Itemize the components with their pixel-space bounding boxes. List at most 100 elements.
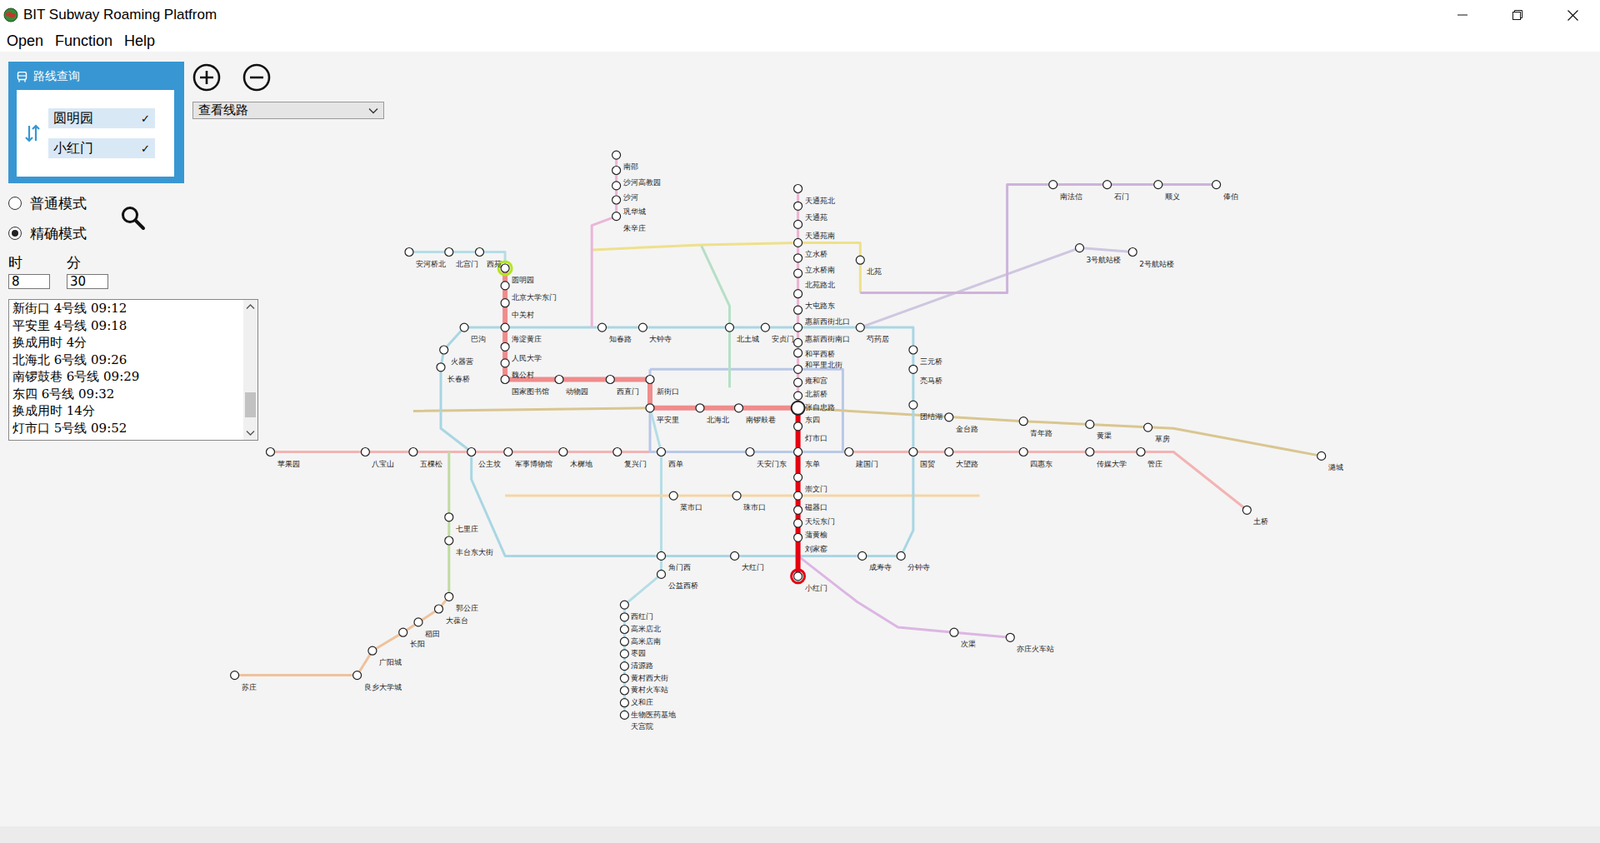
station-node[interactable] [950, 628, 959, 637]
station-node[interactable] [657, 570, 666, 579]
line-dropdown[interactable]: 查看线路 [192, 101, 385, 120]
station-node[interactable] [435, 605, 444, 614]
station-node[interactable] [794, 305, 803, 315]
station-node[interactable] [794, 572, 803, 581]
swap-icon[interactable] [25, 123, 40, 144]
minimize-button[interactable] [1435, 0, 1490, 30]
hour-input[interactable]: 8 [8, 274, 50, 290]
station-node[interactable] [794, 338, 803, 347]
station-node[interactable] [500, 299, 510, 308]
station-node[interactable] [909, 448, 918, 457]
zoom-out-button[interactable] [242, 63, 271, 92]
station-node[interactable] [612, 181, 621, 190]
station-node[interactable] [620, 613, 629, 622]
station-node[interactable] [732, 491, 741, 500]
station-node[interactable] [945, 413, 954, 422]
mode-radio[interactable]: 普通模式 [8, 193, 87, 214]
menu-item[interactable]: Function [55, 32, 113, 50]
station-node[interactable] [794, 378, 803, 387]
station-node[interactable] [669, 491, 678, 500]
station-node[interactable] [896, 551, 905, 560]
station-node[interactable] [500, 281, 510, 290]
scrollbar[interactable] [243, 300, 258, 440]
zoom-in-button[interactable] [192, 63, 221, 92]
station-node[interactable] [794, 519, 803, 528]
menu-item[interactable]: Open [6, 32, 44, 50]
station-node[interactable] [695, 404, 705, 413]
station-node[interactable] [436, 363, 445, 372]
station-node[interactable] [266, 448, 275, 457]
station-node[interactable] [620, 600, 629, 610]
station-node[interactable] [500, 264, 510, 273]
station-node[interactable] [620, 662, 629, 671]
station-node[interactable] [945, 448, 954, 457]
station-node[interactable] [620, 674, 629, 683]
restore-button[interactable] [1490, 0, 1545, 30]
station-node[interactable] [657, 551, 666, 560]
station-node[interactable] [760, 323, 770, 332]
station-node[interactable] [794, 185, 803, 194]
station-node[interactable] [612, 212, 621, 221]
station-node[interactable] [1154, 180, 1163, 190]
station-node[interactable] [745, 448, 755, 457]
station-node[interactable] [500, 342, 510, 351]
station-node[interactable] [794, 238, 803, 247]
station-node[interactable] [1005, 633, 1015, 642]
station-node[interactable] [645, 375, 655, 385]
station-node[interactable] [794, 349, 803, 358]
station-node[interactable] [794, 491, 803, 500]
scroll-up-icon[interactable] [243, 300, 258, 315]
station-field[interactable]: 圆明园✓ [48, 108, 155, 129]
station-node[interactable] [1085, 448, 1095, 457]
station-node[interactable] [1317, 451, 1326, 460]
station-field[interactable]: 小红门✓ [48, 138, 155, 159]
station-node[interactable] [598, 323, 607, 332]
station-node[interactable] [909, 400, 918, 410]
station-node[interactable] [735, 404, 744, 413]
station-node[interactable] [909, 365, 918, 374]
station-node[interactable] [475, 248, 485, 257]
station-node[interactable] [460, 323, 469, 332]
station-node[interactable] [1144, 423, 1153, 432]
station-node[interactable] [730, 551, 740, 560]
station-node[interactable] [467, 448, 476, 457]
station-node[interactable] [794, 391, 803, 400]
station-node[interactable] [794, 254, 803, 263]
station-node[interactable] [1085, 420, 1095, 429]
station-node[interactable] [612, 166, 621, 175]
station-node[interactable] [1019, 417, 1028, 426]
scroll-down-icon[interactable] [243, 425, 258, 440]
route-result-list[interactable]: 新街口 4号线 09:12平安里 4号线 09:18换成用时 4分北海北 6号线… [8, 299, 259, 441]
station-node[interactable] [620, 699, 629, 708]
station-node[interactable] [845, 448, 854, 457]
station-node[interactable] [794, 505, 803, 515]
station-node[interactable] [445, 248, 454, 257]
station-node[interactable] [399, 628, 408, 637]
station-node[interactable] [794, 201, 803, 210]
station-node[interactable] [612, 195, 621, 205]
station-node[interactable] [794, 473, 803, 482]
station-node[interactable] [440, 345, 449, 355]
station-node[interactable] [794, 448, 803, 457]
station-node[interactable] [445, 536, 454, 545]
station-node[interactable] [613, 448, 622, 457]
station-node[interactable] [360, 448, 370, 457]
station-node[interactable] [909, 345, 918, 355]
station-node[interactable] [1136, 448, 1145, 457]
station-node[interactable] [794, 323, 803, 332]
station-node[interactable] [1019, 448, 1028, 457]
station-node[interactable] [794, 220, 803, 229]
station-node[interactable] [794, 422, 803, 431]
station-node[interactable] [414, 618, 423, 627]
station-node[interactable] [620, 625, 629, 635]
station-node[interactable] [559, 448, 568, 457]
station-node[interactable] [1075, 244, 1085, 253]
station-node[interactable] [353, 671, 362, 680]
station-node[interactable] [445, 592, 454, 601]
station-node[interactable] [409, 448, 418, 457]
search-button[interactable] [120, 205, 147, 232]
station-node[interactable] [794, 269, 803, 278]
station-node[interactable] [794, 533, 803, 542]
station-node[interactable] [794, 290, 803, 299]
station-node[interactable] [855, 255, 865, 265]
